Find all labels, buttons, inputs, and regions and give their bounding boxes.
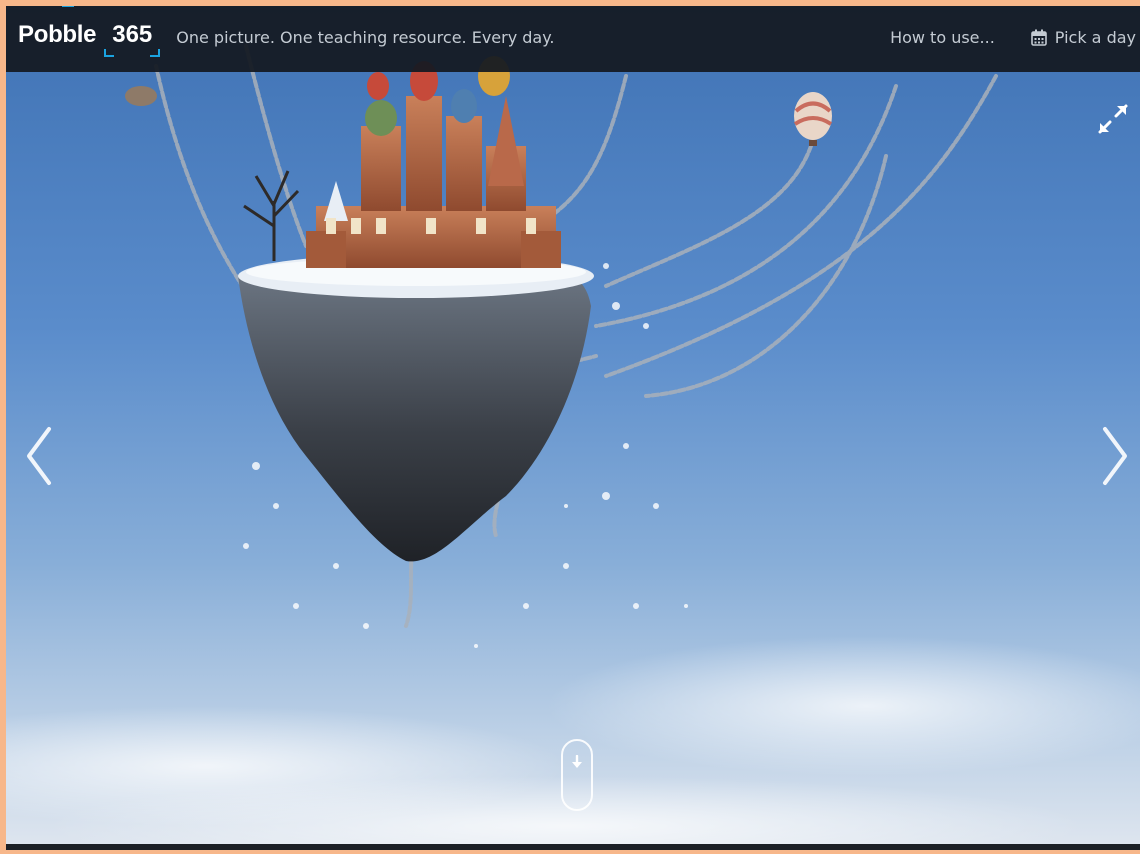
- chevron-left-icon: [27, 427, 51, 485]
- pick-a-day-label: Pick a day: [1054, 27, 1136, 47]
- hot-air-balloon: [793, 92, 833, 146]
- arrow-down-icon: [572, 755, 582, 768]
- logo-number-frame: 365: [104, 21, 161, 57]
- calendar-icon: [1030, 29, 1047, 46]
- page-bottom-edge: [6, 844, 1140, 850]
- chevron-right-icon: [1103, 427, 1127, 485]
- app-frame: Pobble 365 One picture. One teaching res…: [6, 6, 1140, 850]
- pick-a-day-button[interactable]: Pick a day: [1030, 27, 1136, 47]
- fullscreen-button[interactable]: [1096, 102, 1130, 136]
- top-navigation-bar: Pobble 365 One picture. One teaching res…: [6, 6, 1140, 72]
- logo-word: Pobble: [18, 21, 97, 48]
- scroll-down-button[interactable]: [561, 739, 593, 811]
- picture-of-the-day: [6, 44, 1140, 850]
- logo-bracket-right: [150, 49, 161, 57]
- logo-number: 365: [112, 21, 153, 48]
- site-tagline: One picture. One teaching resource. Ever…: [176, 27, 555, 47]
- logo-bracket-left: [104, 49, 115, 57]
- next-picture-button[interactable]: [1096, 421, 1136, 491]
- cathedral-illustration: [306, 56, 561, 268]
- expand-icon: [1098, 104, 1128, 134]
- pobble-365-logo[interactable]: Pobble 365: [18, 6, 161, 57]
- logo-accent-mark: [62, 6, 74, 7]
- previous-picture-button[interactable]: [18, 421, 58, 491]
- how-to-use-link[interactable]: How to use...: [890, 28, 995, 47]
